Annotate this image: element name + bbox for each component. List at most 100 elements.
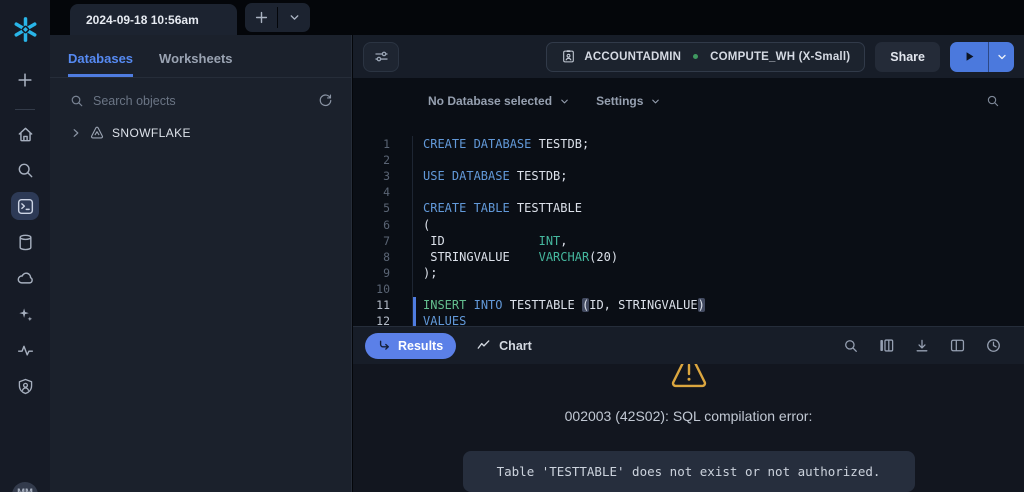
database-selector[interactable]: No Database selected	[428, 94, 570, 108]
run-options-button[interactable]	[988, 42, 1014, 72]
object-browser-tabs: Databases Worksheets	[50, 35, 351, 78]
user-avatar[interactable]: MM	[12, 482, 38, 492]
line-number: 5	[353, 201, 390, 215]
tab-chart[interactable]: Chart	[476, 338, 532, 353]
split-panel-icon	[949, 337, 966, 354]
statement-indicator	[413, 184, 416, 200]
results-panel: Results Chart	[353, 326, 1024, 492]
home-icon	[16, 125, 35, 144]
line-number: 1	[353, 137, 390, 151]
editor-settings-menu[interactable]: Settings	[596, 94, 661, 108]
cloud-icon	[16, 269, 35, 288]
worksheet-tabstrip: 2024-09-18 10:56am	[50, 0, 1024, 35]
add-worksheet-tab-button[interactable]	[245, 3, 277, 32]
code-line[interactable]: 5CREATE TABLE TESTTABLE	[353, 200, 1024, 216]
panel-tab-worksheets[interactable]: Worksheets	[159, 51, 232, 77]
code-line[interactable]: 11 INSERT INTO TESTTABLE (ID, STRINGVALUE…	[353, 297, 1024, 313]
new-item-button[interactable]	[11, 66, 39, 94]
object-browser-panel: Databases Worksheets SNOWFLAKE	[50, 35, 352, 492]
nav-projects[interactable]	[11, 192, 39, 220]
gutter-separator	[390, 152, 413, 168]
code-text: CREATE DATABASE TESTDB;	[416, 137, 589, 151]
run-button[interactable]	[950, 42, 988, 72]
code-line[interactable]: 6(	[353, 216, 1024, 232]
chevron-right-icon[interactable]	[70, 127, 82, 139]
sql-code-area[interactable]: 1 CREATE DATABASE TESTDB; 23USE DATABASE T…	[353, 136, 1024, 326]
tab-results[interactable]: Results	[365, 333, 456, 359]
code-text: VALUES	[416, 314, 466, 326]
code-line[interactable]: 12 VALUES	[353, 313, 1024, 326]
chevron-down-icon	[559, 96, 570, 107]
error-code-text: 002003 (42S02): SQL compilation error:	[565, 408, 813, 424]
context-selector[interactable]: ACCOUNTADMIN COMPUTE_WH (X-Small)	[546, 42, 865, 72]
nav-data[interactable]	[11, 228, 39, 256]
panel-tab-databases[interactable]: Databases	[68, 51, 133, 77]
warehouse-status-dot	[693, 54, 698, 59]
worksheet-tab[interactable]: 2024-09-18 10:56am	[70, 4, 237, 35]
warning-triangle-icon	[668, 364, 710, 389]
nav-marketplace[interactable]	[11, 264, 39, 292]
search-objects-input[interactable]	[93, 94, 309, 108]
worksheet-toolbar: ACCOUNTADMIN COMPUTE_WH (X-Small) Share	[353, 35, 1024, 78]
line-number: 11	[353, 298, 390, 312]
code-line[interactable]: 3USE DATABASE TESTDB;	[353, 168, 1024, 184]
nav-ai[interactable]	[11, 300, 39, 328]
code-line[interactable]: 1 CREATE DATABASE TESTDB;	[353, 136, 1024, 152]
results-columns-button[interactable]	[878, 337, 895, 354]
gutter-separator	[390, 136, 413, 152]
main-work-area: ACCOUNTADMIN COMPUTE_WH (X-Small) Share	[353, 35, 1024, 492]
code-line[interactable]: 4	[353, 184, 1024, 200]
sparkles-icon	[16, 305, 35, 324]
download-icon	[914, 338, 930, 354]
error-detail-box: Table 'TESTTABLE' does not exist or not …	[463, 451, 915, 492]
editor-search-button[interactable]	[986, 94, 1000, 108]
code-text: INSERT INTO TESTTABLE (ID, STRINGVALUE)	[416, 298, 705, 312]
sql-editor: No Database selected Settings 1 CREATE DA…	[353, 78, 1024, 326]
search-icon	[986, 94, 1000, 108]
gutter-separator	[390, 216, 413, 232]
share-button[interactable]: Share	[875, 42, 940, 72]
refresh-objects-button[interactable]	[318, 93, 333, 108]
chevron-down-icon	[650, 96, 661, 107]
code-line[interactable]: 8 STRINGVALUE VARCHAR(20)	[353, 249, 1024, 265]
statement-indicator	[413, 281, 416, 297]
tab-actions-group	[245, 3, 310, 32]
gutter-separator	[390, 200, 413, 216]
results-error-area[interactable]: 002003 (42S02): SQL compilation error: T…	[353, 364, 1024, 492]
line-number: 12	[353, 314, 390, 326]
tree-item-snowflake[interactable]: SNOWFLAKE	[50, 108, 351, 141]
nav-admin[interactable]	[11, 372, 39, 400]
line-number: 2	[353, 153, 390, 167]
rail-divider	[15, 109, 35, 110]
nav-activity[interactable]	[11, 336, 39, 364]
nav-home[interactable]	[11, 120, 39, 148]
nav-search[interactable]	[11, 156, 39, 184]
worksheets-terminal-icon	[16, 197, 35, 216]
line-number: 6	[353, 218, 390, 232]
code-line[interactable]: 7 ID INT,	[353, 233, 1024, 249]
database-icon	[16, 233, 35, 252]
code-line[interactable]: 9);	[353, 265, 1024, 281]
line-number: 4	[353, 185, 390, 199]
query-filters-button[interactable]	[363, 42, 399, 72]
statement-indicator	[413, 152, 416, 168]
tab-list-dropdown-button[interactable]	[278, 3, 310, 32]
search-icon	[843, 338, 859, 354]
editor-header: No Database selected Settings	[353, 78, 1024, 124]
run-button-group	[950, 42, 1014, 72]
warehouse-label: COMPUTE_WH (X-Small)	[710, 51, 850, 63]
snowflake-logo[interactable]	[11, 15, 39, 43]
database-object-icon	[89, 125, 105, 141]
code-line[interactable]: 10	[353, 281, 1024, 297]
results-history-button[interactable]	[985, 337, 1002, 354]
worksheet-tab-title: 2024-09-18 10:56am	[86, 13, 199, 27]
line-number: 8	[353, 250, 390, 264]
results-split-view-button[interactable]	[949, 337, 966, 354]
role-badge-icon	[561, 49, 576, 64]
results-download-button[interactable]	[914, 338, 930, 354]
code-line[interactable]: 2	[353, 152, 1024, 168]
results-search-button[interactable]	[843, 338, 859, 354]
left-nav-rail: MM	[0, 0, 50, 492]
plus-icon	[254, 10, 269, 25]
gutter-separator	[390, 265, 413, 281]
